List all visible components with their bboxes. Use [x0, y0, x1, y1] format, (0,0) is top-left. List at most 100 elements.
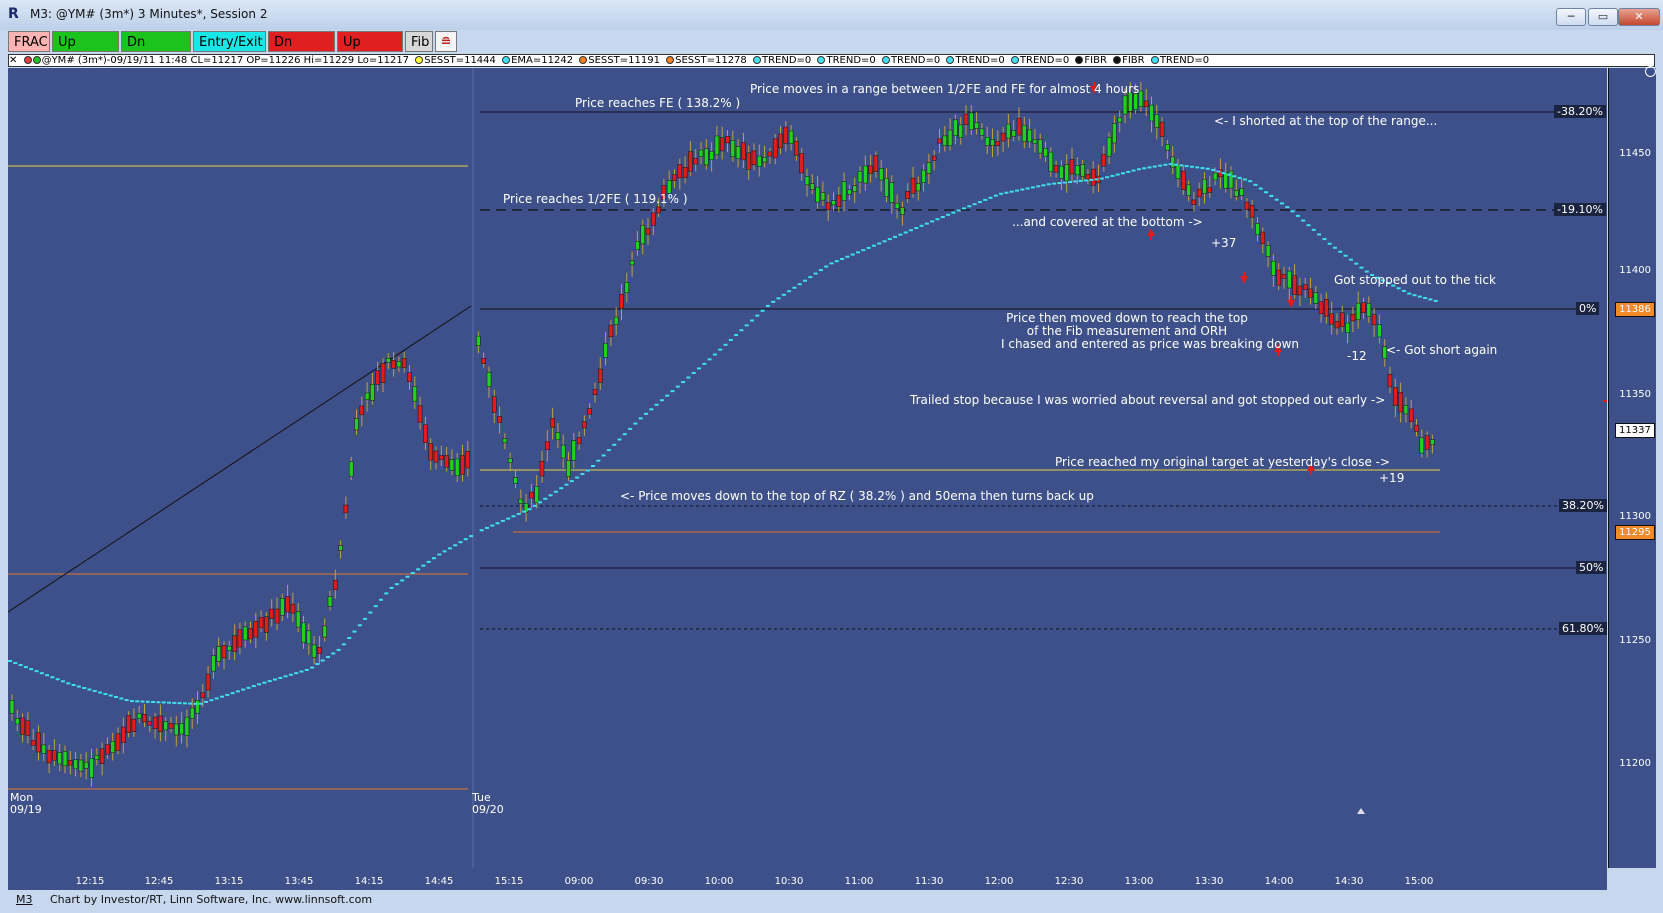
time-axis[interactable]: 12:15 12:45 13:15 13:45 14:15 14:45 15:1… — [8, 868, 1607, 890]
ema-segment — [310, 666, 315, 669]
candle-body — [1424, 435, 1430, 450]
candle-body — [290, 603, 296, 614]
candle-body — [1112, 123, 1117, 144]
candle-body — [295, 611, 301, 628]
candle-body — [1234, 190, 1239, 197]
frac-button[interactable]: FRAC — [8, 31, 50, 52]
ema-segment — [845, 255, 850, 258]
candle-body — [492, 396, 497, 413]
ema-segment — [1020, 188, 1025, 191]
axis-zoom-icon[interactable] — [1645, 66, 1656, 77]
candle-body — [1324, 299, 1329, 317]
ema-segment — [288, 673, 293, 676]
ema-segment — [368, 611, 373, 614]
ema-segment — [1041, 184, 1046, 187]
ema-segment — [1248, 180, 1253, 183]
price-tick: 11300 — [1619, 511, 1651, 522]
legend-item: EMA=11242 — [502, 55, 573, 66]
candle-body — [380, 363, 386, 383]
entry-exit-button[interactable]: Entry/Exit — [193, 31, 266, 52]
ema-segment — [840, 257, 845, 260]
ema-segment — [1179, 164, 1184, 167]
candle-body — [401, 358, 407, 369]
ema-segment — [967, 205, 972, 208]
ema-segment — [1099, 177, 1104, 180]
ema-segment — [792, 286, 797, 289]
candle-body — [1069, 159, 1075, 175]
ema-segment — [1152, 165, 1157, 168]
candle-body — [1377, 324, 1382, 338]
ema-segment — [1073, 180, 1078, 183]
ema-segment — [622, 433, 627, 436]
candle-body — [126, 715, 131, 733]
ema-segment — [8, 660, 12, 662]
close-button[interactable]: ✕ — [1618, 8, 1660, 26]
ema-segment — [606, 449, 611, 452]
candle-body — [121, 726, 126, 743]
candle-body — [248, 628, 253, 640]
ema-segment — [1184, 165, 1189, 168]
ema-segment — [177, 702, 182, 705]
legend-item-symbol: @YM# (3m*)-09/19/11 11:48 CL=11217 OP=11… — [23, 55, 409, 66]
ema-segment — [718, 348, 723, 351]
ema-segment — [999, 192, 1004, 195]
ema-segment — [209, 699, 214, 702]
candle-body — [852, 185, 857, 192]
candle-body — [1334, 321, 1340, 329]
candle-body — [571, 440, 577, 461]
legend-item: TREND=0 — [881, 55, 940, 66]
fib-button[interactable]: Fib — [405, 31, 433, 52]
ema-segment — [1147, 166, 1152, 169]
tool-settings-icon[interactable]: ≘ — [435, 31, 457, 52]
candle-body — [1106, 137, 1112, 157]
ema-segment — [601, 454, 606, 457]
candle-body — [741, 142, 746, 161]
candle-body — [725, 136, 730, 144]
candle-body — [25, 720, 31, 736]
ema-segment — [1168, 163, 1173, 166]
candle-body — [693, 157, 698, 165]
ema-segment — [1269, 194, 1274, 197]
ema-segment — [432, 557, 436, 560]
ema-segment — [23, 666, 28, 669]
minimize-button[interactable]: ─ — [1556, 8, 1586, 26]
candle-body — [751, 150, 757, 166]
candle-body — [688, 151, 693, 172]
ema-segment — [198, 702, 203, 705]
candle-body — [921, 169, 926, 183]
dn-arrow-red-button[interactable]: Dn Arrow — [268, 31, 335, 71]
ema-segment — [363, 617, 368, 620]
ema-segment — [628, 427, 633, 430]
ema-segment — [670, 390, 675, 393]
legend-item: SESST=11191 — [579, 55, 660, 66]
price-tag-11295: 11295 — [1615, 525, 1655, 540]
ema-segment — [946, 213, 951, 216]
price-tick: 11250 — [1619, 635, 1651, 646]
ema-segment — [1004, 191, 1009, 194]
maximize-button[interactable]: ▭ — [1588, 8, 1618, 26]
legend-close-icon[interactable]: ✕ — [9, 55, 17, 66]
ema-segment — [808, 276, 813, 279]
up-arrow-green-button[interactable]: Up Arrow — [52, 31, 119, 71]
candle-body — [757, 155, 762, 167]
price-tick: 11450 — [1619, 148, 1651, 159]
ema-segment — [341, 643, 346, 646]
time-tick: 15:00 — [1404, 876, 1434, 887]
ema-segment — [82, 687, 87, 690]
annotation-range: Price moves in a range between 1/2FE and… — [750, 82, 1140, 96]
candle-body — [587, 408, 592, 415]
time-tick: 12:15 — [75, 876, 105, 887]
price-axis[interactable]: 11450 11400 11350 11300 11250 11200 1138… — [1608, 66, 1656, 868]
candle-body — [253, 621, 259, 638]
candle-body — [1408, 408, 1414, 422]
dn-arrow-green-button[interactable]: Dn Arrow — [121, 31, 191, 71]
chart-plot-area[interactable]: Mon 09/19 Tue 09/20 Price moves in a range… — [8, 68, 1607, 868]
ema-segment — [257, 683, 262, 686]
ema-segment — [151, 700, 156, 703]
up-arrow-red-button[interactable]: Up Arrow — [337, 31, 403, 71]
chart-tab-m3[interactable]: M3 — [16, 893, 33, 906]
ema-segment — [108, 694, 113, 697]
candle-body — [242, 626, 248, 641]
candle-body — [264, 616, 269, 633]
candle-body — [947, 129, 953, 147]
